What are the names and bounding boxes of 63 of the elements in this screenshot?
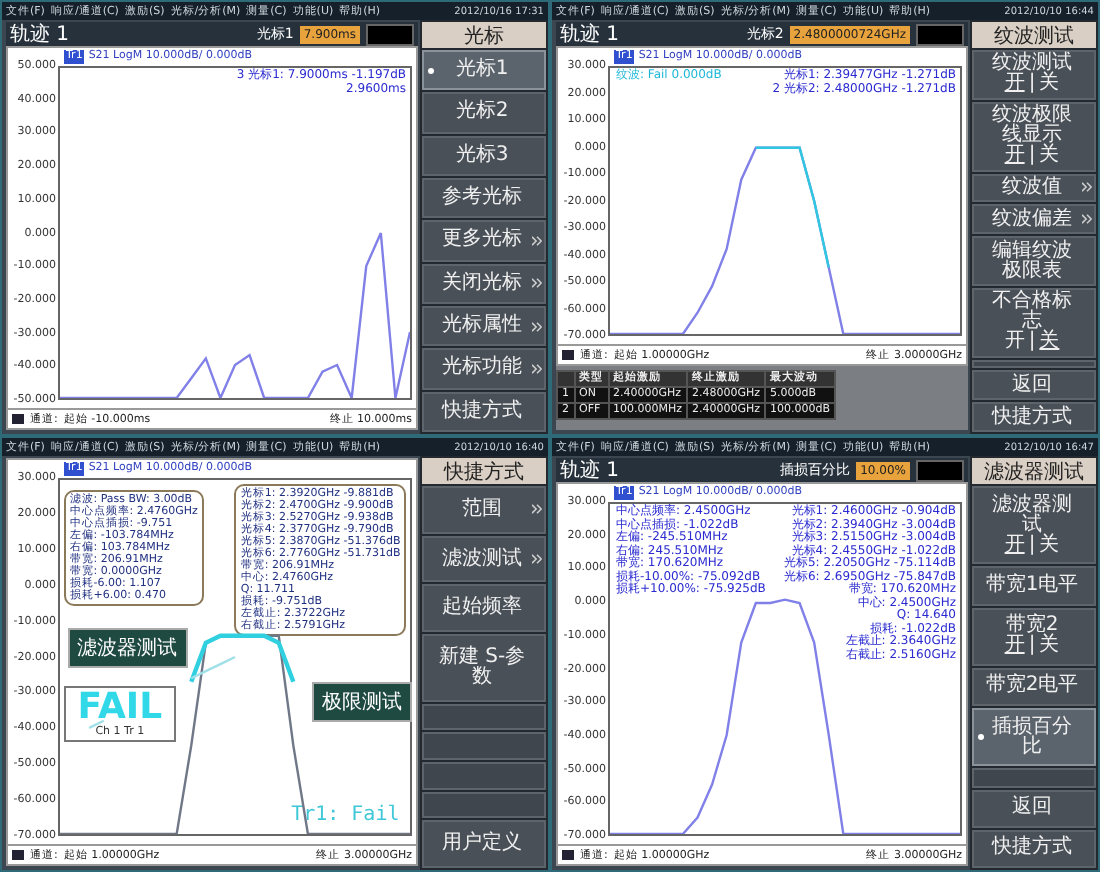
softkey[interactable]: 光标1 — [422, 50, 546, 91]
selected-dot-icon — [978, 734, 984, 741]
softkey[interactable]: 光标功能 — [422, 348, 546, 390]
menu-header: 滤波器测试 — [972, 458, 1096, 484]
softkey[interactable] — [972, 359, 1096, 369]
softkey[interactable]: 快捷方式 — [972, 402, 1096, 433]
softkey[interactable] — [422, 791, 546, 819]
channel-icon — [562, 350, 574, 360]
softkey[interactable] — [422, 732, 546, 761]
menu-header: 光标 — [422, 22, 546, 48]
input-field[interactable] — [366, 23, 414, 45]
softkey[interactable]: 纹波偏差 — [972, 204, 1096, 235]
trace-title: 轨迹 1 — [10, 21, 70, 48]
chevron-icon — [532, 235, 542, 246]
softkey[interactable]: 滤波测试 — [422, 535, 546, 583]
channel-icon — [12, 414, 24, 424]
channel-icon — [12, 850, 24, 860]
softkey[interactable]: 带宽1电平 — [972, 566, 1096, 605]
softkey[interactable]: 范围 — [422, 486, 546, 534]
softkey[interactable]: 用户定义 — [422, 820, 546, 869]
chevron-icon — [1082, 182, 1092, 193]
channel-icon — [562, 850, 574, 860]
column-header — [557, 371, 574, 387]
trace-title: 轨迹 1 — [560, 21, 620, 48]
softkey[interactable]: 返回 — [972, 370, 1096, 401]
softkey[interactable]: 纹波测试 开 | 关 — [972, 50, 1096, 100]
callout-label: 滤波器测试 — [67, 628, 187, 669]
softkey[interactable]: 光标3 — [422, 135, 546, 176]
softkey[interactable]: 光标2 — [422, 92, 546, 134]
softkey[interactable]: 起始频率 — [422, 584, 546, 633]
softkey[interactable]: 纹波极限线显示 开 | 关 — [972, 101, 1096, 172]
softkey[interactable]: 带宽2 开 | 关 — [972, 607, 1096, 666]
softkey[interactable]: 带宽2电平 — [972, 667, 1096, 706]
chevron-icon — [532, 321, 542, 332]
softkey[interactable]: 光标属性 — [422, 305, 546, 347]
input-field[interactable] — [916, 23, 964, 45]
chevron-icon — [532, 504, 542, 515]
callout-label: 极限测试 — [312, 681, 412, 722]
selected-dot-icon — [428, 67, 434, 74]
softkey[interactable]: 关闭光标 — [422, 263, 546, 304]
softkey[interactable]: 更多光标 — [422, 220, 546, 262]
chevron-icon — [532, 554, 542, 564]
softkey[interactable]: 不合格标志 开 | 关 — [972, 287, 1096, 358]
softkey[interactable]: 编辑纹波极限表 — [972, 236, 1096, 286]
menu-header: 快捷方式 — [422, 458, 546, 484]
chevron-icon — [532, 363, 542, 374]
softkey[interactable]: 快捷方式 — [422, 391, 546, 432]
softkey[interactable] — [972, 768, 1096, 787]
softkey[interactable] — [422, 703, 546, 731]
softkey[interactable]: 新建 S-参数 — [422, 634, 546, 702]
trace-title: 轨迹 1 — [560, 457, 620, 484]
chevron-icon — [532, 278, 542, 289]
softkey[interactable]: 滤波器测试 开 | 关 — [972, 486, 1096, 565]
chevron-icon — [1082, 214, 1092, 225]
menu-header: 纹波测试 — [972, 22, 1096, 48]
fail-text: FAIL — [77, 689, 163, 726]
softkey[interactable]: 参考光标 — [422, 177, 546, 219]
softkey[interactable]: 快捷方式 — [972, 829, 1096, 868]
softkey[interactable]: 纹波值 — [972, 173, 1096, 203]
softkey[interactable]: 返回 — [972, 789, 1096, 828]
softkey[interactable]: 插损百分比 — [972, 708, 1096, 767]
softkey[interactable] — [422, 762, 546, 790]
input-field[interactable] — [916, 459, 964, 481]
